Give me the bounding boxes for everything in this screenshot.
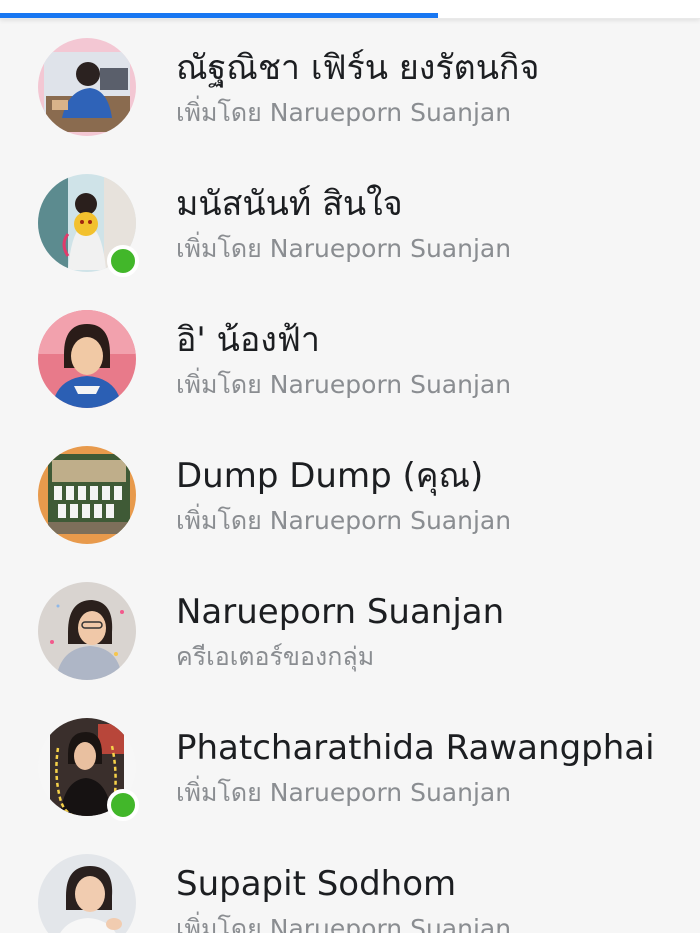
- online-status-dot: [107, 245, 139, 277]
- member-added-by: เพิ่มโดย Narueporn Suanjan: [176, 506, 512, 535]
- member-creator-label: ครีเอเตอร์ของกลุ่ม: [176, 642, 375, 671]
- loading-progress-bar: [0, 0, 700, 19]
- member-row[interactable]: มนัสนันท์ สินใจ เพิ่มโดย Narueporn Suanj…: [0, 154, 700, 290]
- avatar-photo: [38, 38, 136, 136]
- member-row[interactable]: Narueporn Suanjan ครีเอเตอร์ของกลุ่ม: [0, 562, 700, 698]
- member-row[interactable]: Phatcharathida Rawangphai เพิ่มโดย Narue…: [0, 698, 700, 834]
- members-screen: ณัฐณิชา เฟิร์น ยงรัตนกิจ เพิ่มโดย Naruep…: [0, 0, 700, 933]
- member-avatar[interactable]: [38, 38, 136, 136]
- member-name: Dump Dump (คุณ): [176, 456, 484, 496]
- member-added-by: เพิ่มโดย Narueporn Suanjan: [176, 914, 512, 933]
- member-avatar[interactable]: [38, 310, 136, 408]
- member-row[interactable]: ณัฐณิชา เฟิร์น ยงรัตนกิจ เพิ่มโดย Naruep…: [0, 18, 700, 154]
- member-name: ณัฐณิชา เฟิร์น ยงรัตนกิจ: [176, 48, 540, 88]
- member-row[interactable]: Supapit Sodhom เพิ่มโดย Narueporn Suanja…: [0, 834, 700, 933]
- member-added-by: เพิ่มโดย Narueporn Suanjan: [176, 370, 512, 399]
- loading-progress-fill: [0, 13, 438, 18]
- member-avatar[interactable]: [38, 582, 136, 680]
- member-name: Phatcharathida Rawangphai: [176, 728, 655, 768]
- member-name: อิ' น้องฟ้า: [176, 320, 321, 360]
- member-row[interactable]: อิ' น้องฟ้า เพิ่มโดย Narueporn Suanjan: [0, 290, 700, 426]
- member-added-by: เพิ่มโดย Narueporn Suanjan: [176, 234, 512, 263]
- member-list[interactable]: ณัฐณิชา เฟิร์น ยงรัตนกิจ เพิ่มโดย Naruep…: [0, 18, 700, 933]
- avatar-photo: [38, 310, 136, 408]
- member-name: Narueporn Suanjan: [176, 592, 505, 632]
- online-status-dot: [107, 789, 139, 821]
- avatar-photo: [38, 854, 136, 933]
- avatar-photo: [38, 582, 136, 680]
- member-row[interactable]: Dump Dump (คุณ) เพิ่มโดย Narueporn Suanj…: [0, 426, 700, 562]
- avatar-photo: [38, 446, 136, 544]
- member-added-by: เพิ่มโดย Narueporn Suanjan: [176, 98, 512, 127]
- member-added-by: เพิ่มโดย Narueporn Suanjan: [176, 778, 512, 807]
- member-name: มนัสนันท์ สินใจ: [176, 184, 403, 224]
- member-avatar[interactable]: [38, 446, 136, 544]
- member-avatar[interactable]: [38, 854, 136, 933]
- member-name: Supapit Sodhom: [176, 864, 457, 904]
